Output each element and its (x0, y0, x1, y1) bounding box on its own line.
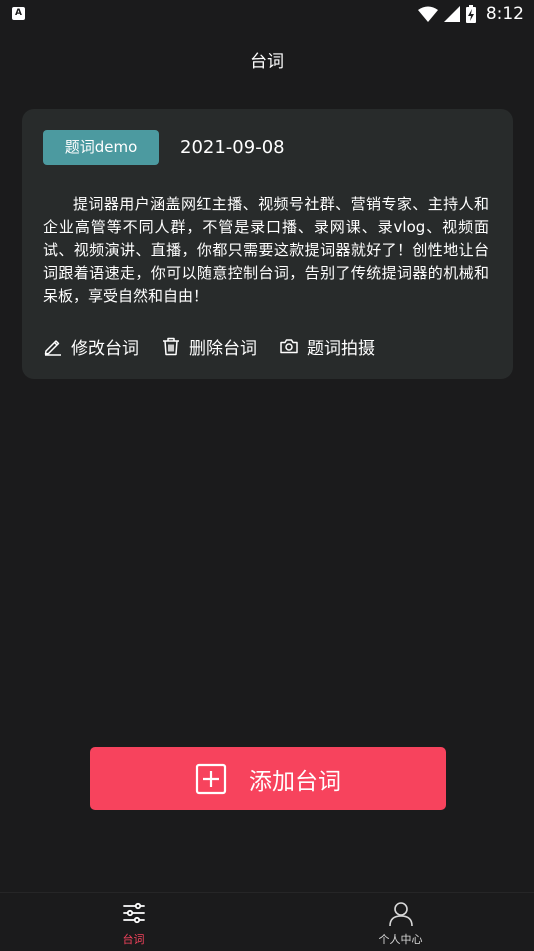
add-script-label: 添加台词 (249, 768, 341, 795)
card-actions: 修改台词 删除台词 题词拍摄 (43, 333, 375, 359)
nav-item-scripts[interactable]: 台词 (0, 893, 267, 951)
edit-script-button[interactable]: 修改台词 (43, 333, 139, 359)
edit-icon (44, 340, 61, 356)
app-notification-icon: A (12, 7, 25, 20)
teleprompter-record-label: 题词拍摄 (307, 338, 375, 359)
script-card[interactable]: 题词demo 2021-09-08 提词器用户涵盖网红主播、视频号社群、营销专家… (22, 109, 513, 379)
edit-script-label: 修改台词 (71, 338, 139, 359)
status-bar: A 8:12 (0, 0, 534, 28)
delete-script-button[interactable]: 删除台词 (161, 333, 257, 359)
trash-icon (163, 337, 179, 356)
wifi-icon (417, 6, 438, 22)
script-date: 2021-09-08 (180, 137, 285, 158)
add-square-icon (195, 763, 227, 794)
person-icon (388, 902, 413, 927)
bottom-nav: 台词 个人中心 (0, 892, 534, 951)
sliders-icon (122, 902, 145, 924)
nav-label-scripts: 台词 (122, 933, 145, 946)
script-tag: 题词demo (43, 130, 159, 165)
page-title: 台词 (250, 52, 284, 72)
nav-label-profile: 个人中心 (378, 933, 423, 946)
teleprompter-record-button[interactable]: 题词拍摄 (279, 333, 375, 359)
status-time: 8:12 (485, 4, 524, 24)
camera-icon (280, 339, 298, 354)
battery-icon (465, 5, 476, 23)
script-content: 提词器用户涵盖网红主播、视频号社群、营销专家、主持人和企业高管等不同人群，不管是… (43, 195, 489, 305)
delete-script-label: 删除台词 (189, 338, 257, 359)
nav-item-profile[interactable]: 个人中心 (267, 893, 534, 951)
add-script-button[interactable]: 添加台词 (90, 747, 446, 810)
signal-icon (443, 6, 460, 22)
status-right: 8:12 (417, 3, 524, 25)
